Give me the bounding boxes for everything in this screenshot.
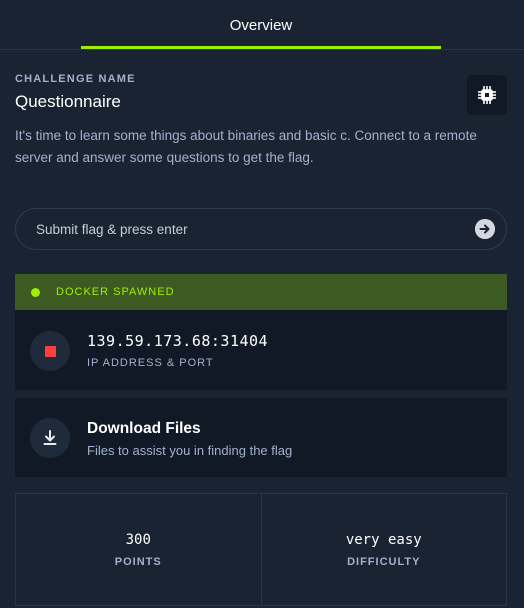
challenge-description: It's time to learn some things about bin… [15, 128, 477, 165]
download-title: Download Files [87, 420, 201, 437]
points-label: POINTS [114, 555, 162, 568]
download-subtitle: Files to assist you in finding the flag [87, 443, 293, 458]
flag-input[interactable] [36, 209, 476, 249]
download-button[interactable] [30, 418, 70, 458]
ip-address-label: IP ADDRESS & PORT [87, 357, 214, 369]
status-dot [31, 287, 40, 297]
difficulty-label: DIFFICULTY [347, 555, 421, 568]
download-files-card[interactable]: Download Files Files to assist you in fi… [15, 398, 507, 477]
stat-points: 300 POINTS [16, 494, 261, 605]
difficulty-value: very easy [345, 531, 422, 548]
stats-panel: 300 POINTS very easy DIFFICULTY [15, 493, 507, 606]
ip-address-port[interactable]: 139.59.173.68:31404 [87, 332, 268, 350]
docker-status-banner: DOCKER SPAWNED [15, 274, 507, 310]
stop-instance-button[interactable] [30, 331, 70, 371]
arrow-right-circle-icon [475, 219, 495, 239]
docker-status-text: DOCKER SPAWNED [56, 286, 175, 298]
submit-flag-button[interactable] [475, 219, 495, 239]
circuit-chip-icon [467, 75, 507, 115]
challenge-name: Questionnaire [15, 92, 121, 111]
stat-difficulty: very easy DIFFICULTY [260, 494, 507, 605]
tab-bar: Overview [0, 0, 524, 50]
challenge-name-label: CHALLENGE NAME [15, 73, 136, 85]
tab-overview[interactable]: Overview [81, 0, 441, 50]
active-tab-indicator [81, 46, 441, 49]
flag-input-container [15, 208, 507, 250]
instance-card: 139.59.173.68:31404 IP ADDRESS & PORT [15, 310, 507, 390]
stop-icon [44, 345, 56, 357]
tab-overview-label: Overview [229, 16, 293, 34]
download-icon [43, 430, 57, 445]
points-value: 300 [125, 531, 151, 548]
